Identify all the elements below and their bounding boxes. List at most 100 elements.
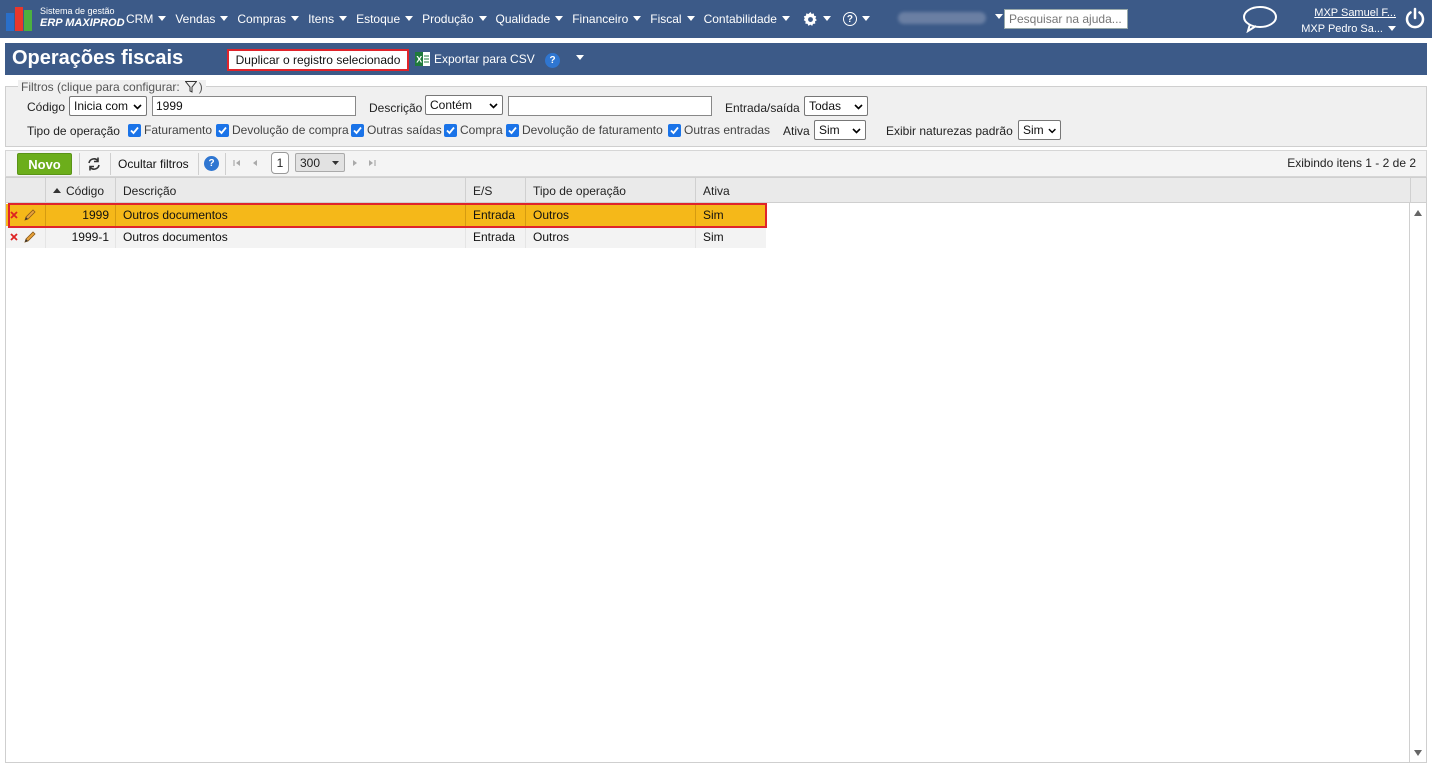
prev-page-icon[interactable] bbox=[250, 157, 260, 169]
cell-ativa: Sim bbox=[703, 208, 724, 222]
entrada-saida-label: Entrada/saída bbox=[725, 101, 800, 115]
cell-tipo: Outros bbox=[526, 226, 696, 248]
chevron-down-icon bbox=[291, 15, 300, 21]
help-icon[interactable]: ? bbox=[545, 53, 560, 68]
table-row[interactable]: 1999-1 Outros documentos Entrada Outros … bbox=[6, 226, 766, 248]
checkbox-checked-icon bbox=[444, 123, 457, 137]
column-header-descricao[interactable]: Descrição bbox=[116, 178, 466, 203]
column-header-codigo[interactable]: Código bbox=[46, 178, 116, 203]
column-header-es[interactable]: E/S bbox=[466, 178, 526, 203]
menu-estoque[interactable]: Estoque bbox=[356, 12, 414, 26]
menu-fiscal[interactable]: Fiscal bbox=[650, 12, 695, 26]
chevron-down-icon bbox=[686, 15, 695, 21]
user-link[interactable]: MXP Samuel F... bbox=[1286, 5, 1396, 21]
chevron-down-icon bbox=[478, 15, 487, 21]
scrollbar-track[interactable] bbox=[1409, 203, 1410, 762]
data-grid: Código Descrição E/S Tipo de operação At… bbox=[5, 177, 1427, 763]
checkbox-checked-icon bbox=[128, 123, 141, 137]
grid-toolbar: Novo Ocultar filtros ? 1 300 Exibindo it… bbox=[5, 150, 1427, 177]
brand-small: Sistema de gestão bbox=[40, 6, 115, 16]
help-menu[interactable]: ? bbox=[840, 12, 870, 26]
brand-name: ERP MAXIPROD bbox=[40, 17, 125, 29]
chevron-down-icon[interactable] bbox=[995, 14, 1003, 19]
user-switch[interactable]: MXP Pedro Sa... bbox=[1286, 21, 1396, 37]
table-row[interactable]: 1999 Outros documentos Entrada Outros Si… bbox=[6, 204, 766, 226]
help-search-input[interactable]: Pesquisar na ajuda... bbox=[1004, 9, 1128, 29]
column-header-tipo[interactable]: Tipo de operação bbox=[526, 178, 696, 203]
last-page-icon[interactable] bbox=[367, 157, 377, 169]
menu-contabilidade[interactable]: Contabilidade bbox=[704, 12, 790, 26]
chevron-down-icon bbox=[332, 161, 339, 165]
filters-legend-end: ) bbox=[198, 80, 203, 94]
cell-codigo: 1999-1 bbox=[46, 226, 116, 248]
codigo-label: Código bbox=[27, 100, 66, 114]
company-name-blurred[interactable] bbox=[898, 12, 986, 24]
delete-icon[interactable] bbox=[10, 233, 18, 241]
menu-vendas[interactable]: Vendas bbox=[175, 12, 229, 26]
chevron-down-icon bbox=[158, 15, 167, 21]
menu-itens[interactable]: Itens bbox=[308, 12, 348, 26]
scroll-up-icon[interactable] bbox=[1414, 210, 1422, 216]
row-actions bbox=[6, 204, 46, 226]
entrada-saida-select[interactable]: Todas bbox=[804, 96, 868, 116]
exibir-naturezas-select[interactable]: Sim bbox=[1018, 120, 1061, 140]
ativa-select[interactable]: Sim bbox=[814, 120, 866, 140]
menu-financeiro[interactable]: Financeiro bbox=[572, 12, 642, 26]
chevron-down-icon bbox=[633, 15, 642, 21]
checkbox-outras-entradas[interactable]: Outras entradas bbox=[668, 123, 770, 137]
menu-qualidade[interactable]: Qualidade bbox=[496, 12, 564, 26]
tipo-operacao-label: Tipo de operação bbox=[27, 124, 120, 138]
export-csv-button[interactable]: X Exportar para CSV bbox=[415, 52, 535, 66]
chevron-down-icon bbox=[1388, 25, 1396, 31]
hide-filters-button[interactable]: Ocultar filtros bbox=[118, 157, 189, 171]
checkbox-devolucao-faturamento[interactable]: Devolução de faturamento bbox=[506, 123, 663, 137]
checkbox-outras-saidas[interactable]: Outras saídas bbox=[351, 123, 442, 137]
chevron-down-icon bbox=[405, 15, 414, 21]
chevron-down-icon[interactable] bbox=[576, 55, 584, 60]
duplicate-button[interactable]: Duplicar o registro selecionado bbox=[227, 49, 409, 71]
actions-column-header bbox=[6, 178, 46, 203]
chevron-down-icon bbox=[861, 15, 870, 21]
page-size-select[interactable]: 300 bbox=[295, 153, 345, 172]
settings-menu[interactable] bbox=[799, 11, 831, 27]
menu-producao[interactable]: Produção bbox=[422, 12, 487, 26]
edit-pencil-icon[interactable] bbox=[23, 208, 37, 222]
refresh-icon[interactable] bbox=[86, 156, 102, 172]
maxiprod-logo[interactable] bbox=[6, 7, 32, 31]
checkbox-devolucao-compra[interactable]: Devolução de compra bbox=[216, 123, 349, 137]
scroll-down-icon[interactable] bbox=[1414, 750, 1422, 756]
cell-es: Entrada bbox=[466, 226, 526, 248]
edit-pencil-icon[interactable] bbox=[23, 230, 37, 244]
codigo-operator-select[interactable]: Inicia com bbox=[69, 96, 147, 116]
descricao-input[interactable] bbox=[508, 96, 712, 116]
checkbox-compra[interactable]: Compra bbox=[444, 123, 503, 137]
menu-crm[interactable]: CRM bbox=[126, 12, 167, 26]
new-button[interactable]: Novo bbox=[17, 153, 72, 175]
gear-icon bbox=[803, 11, 817, 26]
menu-compras[interactable]: Compras bbox=[237, 12, 300, 26]
divider bbox=[198, 153, 199, 175]
svg-text:X: X bbox=[416, 55, 422, 65]
page-number[interactable]: 1 bbox=[271, 152, 289, 174]
brand: Sistema de gestão ERP MAXIPROD bbox=[40, 6, 125, 29]
cell-descricao: Outros documentos bbox=[116, 226, 466, 248]
checkbox-faturamento[interactable]: Faturamento bbox=[128, 123, 212, 137]
delete-icon[interactable] bbox=[10, 211, 18, 219]
column-header-ativa[interactable]: Ativa bbox=[696, 178, 1411, 203]
checkbox-checked-icon bbox=[351, 123, 364, 137]
help-icon[interactable]: ? bbox=[204, 156, 219, 171]
power-icon[interactable] bbox=[1404, 7, 1426, 29]
first-page-icon[interactable] bbox=[232, 157, 242, 169]
chevron-down-icon bbox=[854, 103, 863, 110]
chat-icon[interactable] bbox=[1242, 5, 1278, 33]
user-info: MXP Samuel F... MXP Pedro Sa... bbox=[1286, 5, 1396, 37]
funnel-icon[interactable] bbox=[184, 81, 197, 93]
divider bbox=[110, 153, 111, 175]
descricao-operator-select[interactable]: Contém bbox=[425, 95, 503, 115]
exibir-naturezas-label: Exibir naturezas padrão bbox=[886, 124, 1013, 138]
sort-ascending-icon bbox=[53, 188, 61, 193]
next-page-icon[interactable] bbox=[350, 157, 360, 169]
codigo-input[interactable]: 1999 bbox=[152, 96, 356, 116]
chevron-down-icon bbox=[1048, 128, 1056, 133]
filters-legend[interactable]: Filtros (clique para configurar: ) bbox=[18, 80, 206, 94]
